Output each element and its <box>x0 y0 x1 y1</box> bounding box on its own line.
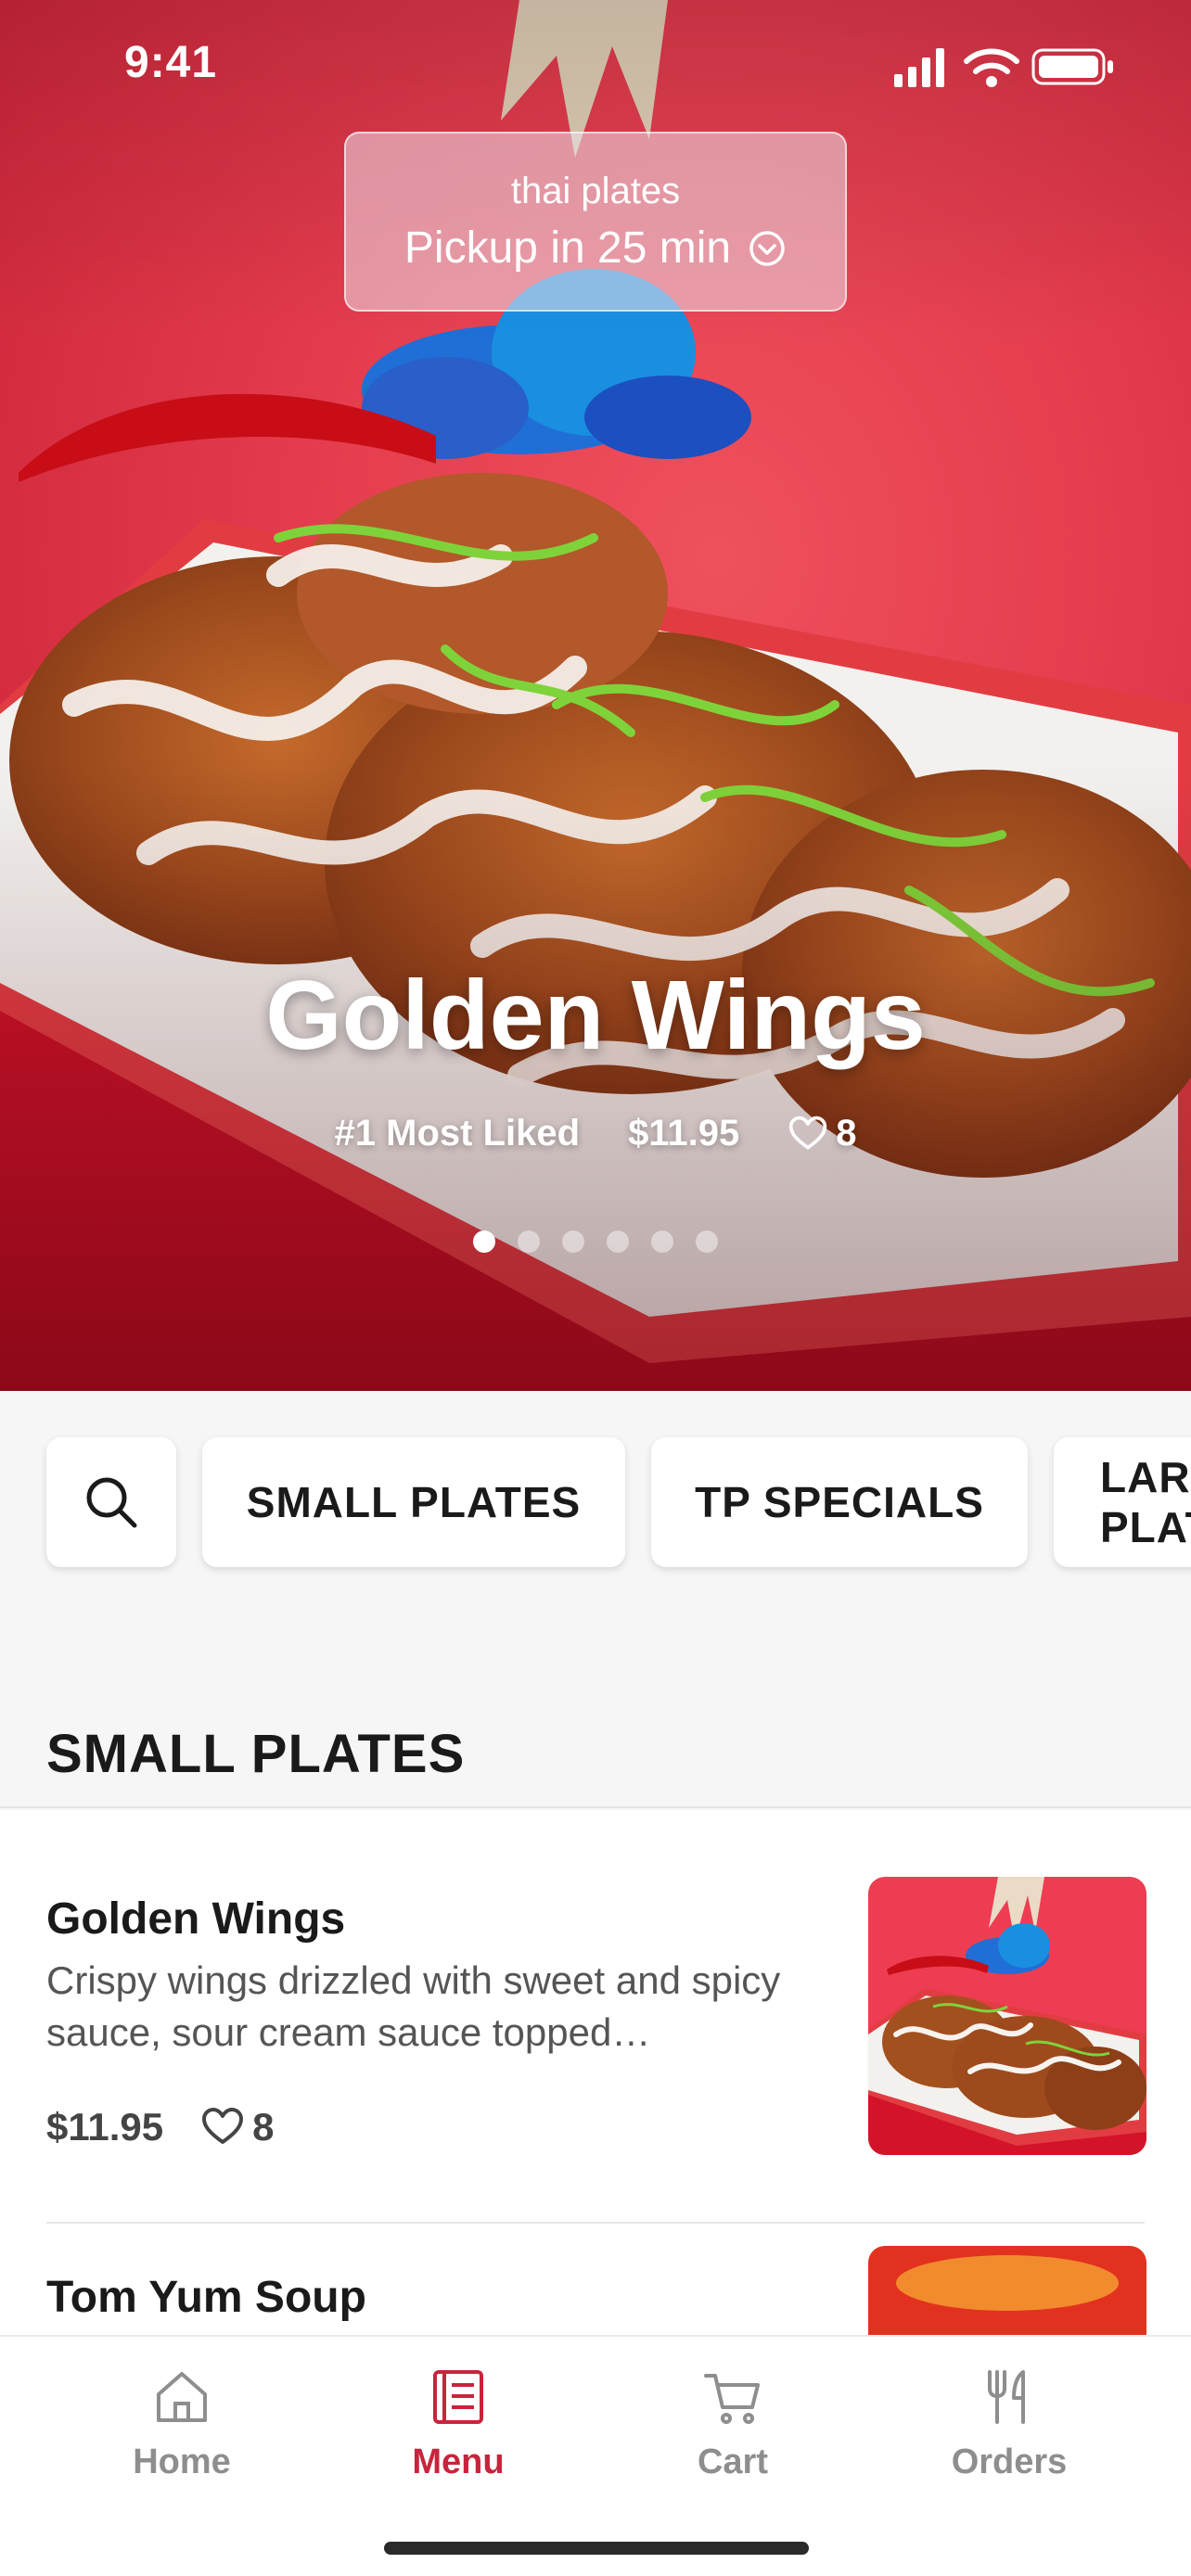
hero-badge: #1 Most Liked <box>334 1113 581 1154</box>
item-thumbnail <box>868 2246 1146 2339</box>
chevron-down-circle-icon <box>749 230 785 266</box>
carousel-dot[interactable] <box>562 1231 584 1253</box>
status-time: 9:41 <box>124 38 218 87</box>
menu-item-tom-yum-soup[interactable]: Tom Yum Soup <box>0 2224 1191 2339</box>
search-icon <box>86 1477 137 1528</box>
item-thumbnail <box>868 1877 1146 2155</box>
hero-likes-count: 8 <box>836 1113 857 1154</box>
restaurant-name: thai plates <box>510 171 681 211</box>
item-price-row: $11.95 8 <box>46 2105 275 2149</box>
tab-orders[interactable]: Orders <box>916 2365 1102 2494</box>
item-description: Crispy wings drizzled with sweet and spi… <box>46 1958 781 2054</box>
search-button[interactable] <box>46 1437 176 1567</box>
carousel-dots <box>0 1231 1191 1253</box>
home-indicator <box>384 2542 809 2555</box>
category-bar: SMALL PLATES TP SPECIALS LARGE PLATES <box>0 1391 1191 1623</box>
carousel-dot[interactable] <box>696 1231 718 1253</box>
tab-menu[interactable]: Menu <box>365 2365 551 2494</box>
hero-price: $11.95 <box>628 1113 740 1154</box>
heart-icon <box>789 1116 827 1149</box>
battery-icon <box>1031 48 1113 85</box>
hero-likes[interactable]: 8 <box>788 1113 856 1154</box>
carousel-dot[interactable] <box>518 1231 540 1253</box>
hero-title: Golden Wings <box>265 961 926 1070</box>
status-icons <box>894 48 1113 87</box>
tab-label: Orders <box>951 2442 1068 2481</box>
section-title: SMALL PLATES <box>46 1724 466 1784</box>
heart-icon <box>202 2108 244 2144</box>
tab-label: Cart <box>697 2442 769 2481</box>
menu-list: Golden Wings Crispy wings drizzled with … <box>0 1810 1191 2339</box>
item-name: Golden Wings <box>46 1894 346 1944</box>
pickup-selector[interactable]: thai plates Pickup in 25 min <box>344 132 847 312</box>
tab-label: Home <box>133 2442 231 2481</box>
tab-home[interactable]: Home <box>89 2365 275 2494</box>
item-name: Tom Yum Soup <box>46 2273 366 2322</box>
hero-banner[interactable]: 9:41 thai plates Pickup in 25 min Golden… <box>0 0 1191 1391</box>
category-chip-small-plates[interactable]: SMALL PLATES <box>202 1437 625 1567</box>
category-chip-tp-specials[interactable]: TP SPECIALS <box>651 1437 1028 1567</box>
menu-book-icon <box>433 2370 483 2424</box>
item-likes[interactable]: 8 <box>200 2105 275 2149</box>
wifi-icon <box>964 48 1019 87</box>
pickup-eta-label: Pickup in 25 min <box>403 223 732 273</box>
category-chip-large-plates[interactable]: LARGE PLATES <box>1054 1437 1191 1567</box>
status-bar: 9:41 <box>0 0 1191 130</box>
tab-bar: Home Menu Cart Orders <box>0 2335 1191 2576</box>
home-icon <box>157 2372 207 2422</box>
item-price: $11.95 <box>46 2105 164 2149</box>
carousel-dot[interactable] <box>473 1231 495 1253</box>
tab-label: Menu <box>412 2442 505 2481</box>
item-likes-count: 8 <box>252 2105 275 2149</box>
hero-meta: #1 Most Liked $11.95 8 <box>0 1113 1191 1154</box>
carousel-dot[interactable] <box>651 1231 673 1253</box>
utensils-icon <box>988 2370 1025 2424</box>
carousel-dot[interactable] <box>607 1231 629 1253</box>
cart-icon <box>704 2374 760 2424</box>
pickup-eta: Pickup in 25 min <box>346 223 845 274</box>
menu-item-golden-wings[interactable]: Golden Wings Crispy wings drizzled with … <box>0 1810 1191 2224</box>
section-header: SMALL PLATES <box>0 1623 1191 1808</box>
tab-cart[interactable]: Cart <box>640 2365 826 2494</box>
signal-icon <box>894 48 944 87</box>
